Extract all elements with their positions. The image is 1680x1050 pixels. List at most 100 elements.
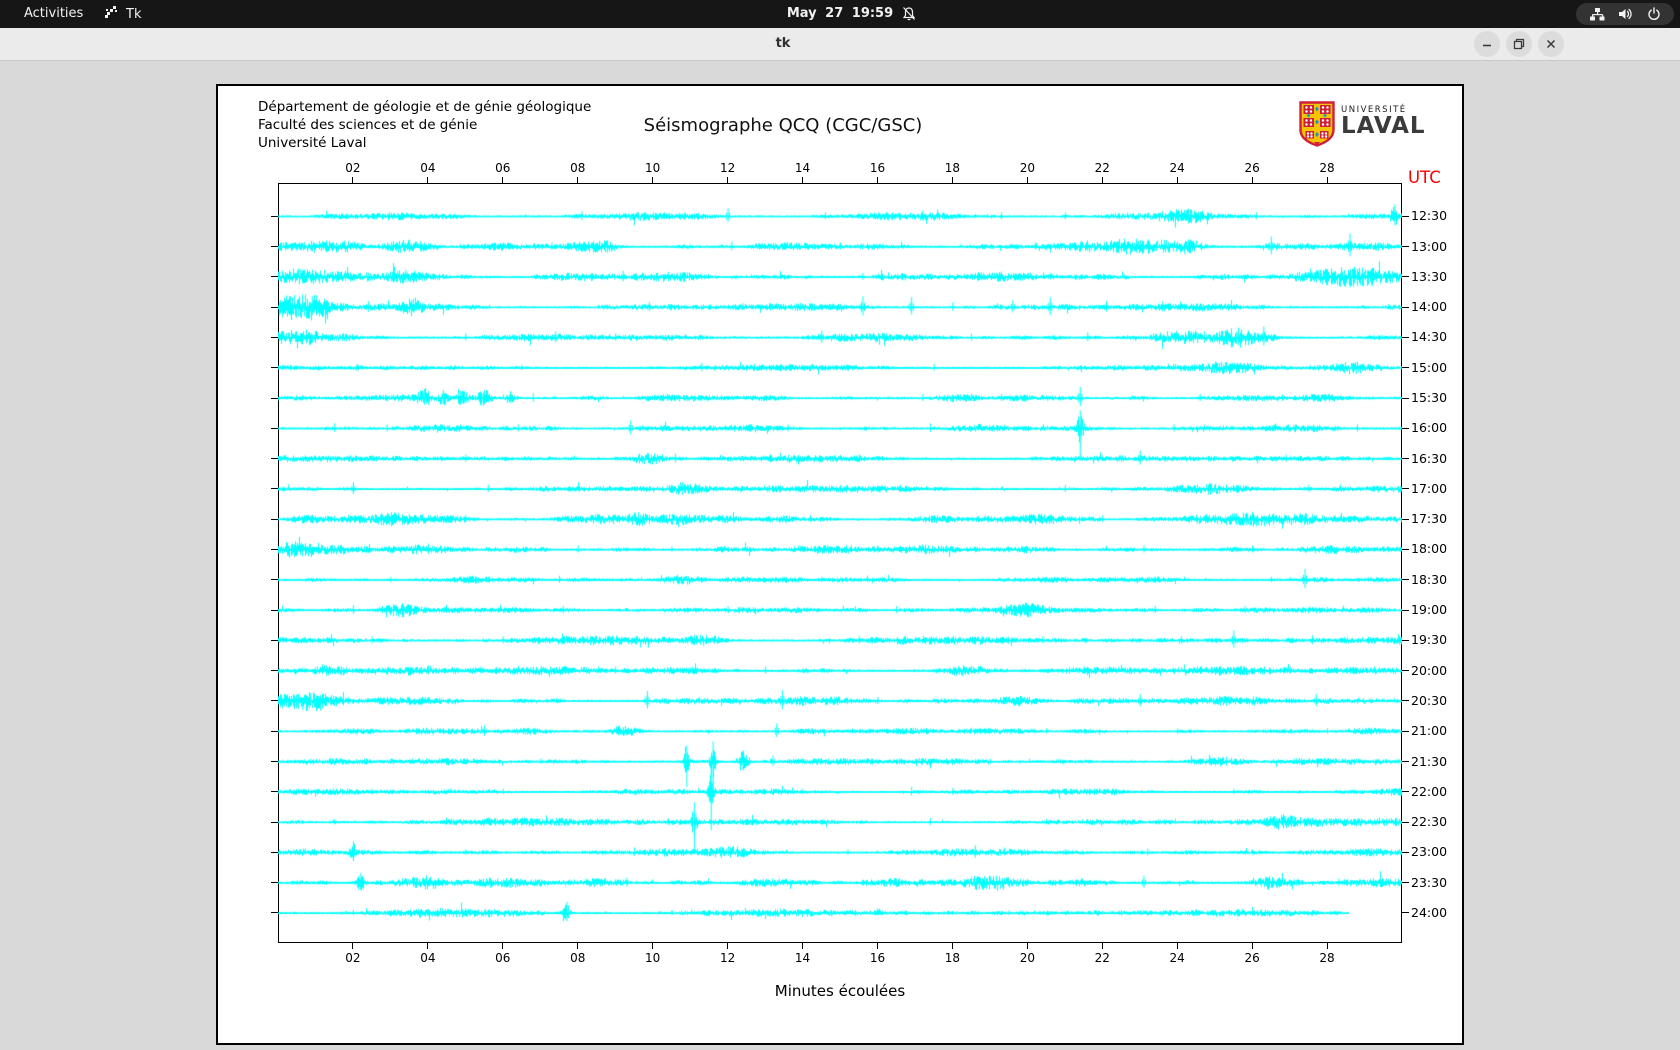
y-tick-left bbox=[271, 761, 278, 763]
minimize-button[interactable] bbox=[1474, 31, 1500, 57]
y-time-label: 16:30 bbox=[1411, 450, 1448, 466]
department-header: Département de géologie et de génie géol… bbox=[258, 98, 591, 152]
y-time-label: 15:30 bbox=[1411, 390, 1448, 406]
x-tick-bottom bbox=[1101, 943, 1103, 949]
x-tick-label-top: 02 bbox=[345, 161, 361, 175]
clock-label[interactable]: May 27 19:59 bbox=[787, 0, 893, 28]
y-tick-right bbox=[1402, 548, 1409, 550]
system-tray[interactable] bbox=[1576, 3, 1674, 25]
x-tick-top bbox=[876, 177, 878, 183]
x-tick-top bbox=[577, 177, 579, 183]
y-time-label: 22:30 bbox=[1411, 814, 1448, 830]
laval-shield-icon bbox=[1299, 101, 1335, 151]
x-tick-bottom bbox=[427, 943, 429, 949]
y-tick-left bbox=[271, 639, 278, 641]
close-button[interactable] bbox=[1538, 31, 1564, 57]
utc-label: UTC bbox=[1408, 168, 1441, 187]
x-tick-label-bottom: 24 bbox=[1169, 951, 1185, 965]
x-tick-bottom bbox=[951, 943, 953, 949]
y-time-label: 18:00 bbox=[1411, 541, 1448, 557]
plot-title: Séismographe QCQ (CGC/GSC) bbox=[643, 115, 923, 136]
logo-laval: LAVAL bbox=[1341, 113, 1426, 139]
x-tick-label-bottom: 10 bbox=[645, 951, 661, 965]
x-tick-label-top: 16 bbox=[869, 161, 886, 175]
y-tick-right bbox=[1402, 336, 1409, 338]
x-tick-label-bottom: 04 bbox=[420, 951, 436, 965]
y-tick-left bbox=[271, 246, 278, 248]
x-tick-top bbox=[727, 177, 729, 183]
x-tick-label-top: 20 bbox=[1019, 161, 1035, 175]
x-tick-label-bottom: 06 bbox=[495, 951, 511, 965]
y-tick-left bbox=[271, 912, 278, 914]
x-tick-label-bottom: 16 bbox=[869, 951, 886, 965]
y-tick-left bbox=[271, 306, 278, 308]
x-tick-label-top: 22 bbox=[1094, 161, 1110, 175]
y-time-label: 17:30 bbox=[1411, 511, 1448, 527]
y-tick-right bbox=[1402, 670, 1409, 672]
power-icon bbox=[1647, 7, 1661, 21]
maximize-button[interactable] bbox=[1506, 31, 1532, 57]
y-tick-right bbox=[1402, 882, 1409, 884]
window-title: tk bbox=[775, 36, 791, 51]
y-tick-right bbox=[1402, 276, 1409, 278]
x-tick-bottom bbox=[1251, 943, 1253, 949]
x-tick-label-top: 26 bbox=[1244, 161, 1260, 175]
y-time-label: 12:30 bbox=[1411, 208, 1448, 224]
y-tick-right bbox=[1402, 912, 1409, 914]
y-tick-right bbox=[1402, 761, 1409, 763]
app-menu[interactable]: Tk bbox=[104, 0, 141, 28]
x-tick-label-top: 14 bbox=[794, 161, 811, 175]
x-tick-top bbox=[1026, 177, 1028, 183]
y-tick-right bbox=[1402, 639, 1409, 641]
x-tick-bottom bbox=[1026, 943, 1028, 949]
header-line-2: Faculté des sciences et de génie bbox=[258, 117, 478, 133]
y-time-label: 21:00 bbox=[1411, 723, 1448, 739]
y-time-label: 20:00 bbox=[1411, 662, 1448, 678]
y-tick-left bbox=[271, 215, 278, 217]
x-tick-label-top: 24 bbox=[1169, 161, 1185, 175]
y-tick-right bbox=[1402, 851, 1409, 853]
laval-logo-text: UNIVERSITÉ LAVAL bbox=[1341, 101, 1426, 139]
header-line-3: Université Laval bbox=[258, 135, 367, 151]
y-tick-right bbox=[1402, 306, 1409, 308]
y-tick-left bbox=[271, 488, 278, 490]
y-time-label: 24:00 bbox=[1411, 904, 1448, 920]
x-tick-top bbox=[1176, 177, 1178, 183]
y-tick-left bbox=[271, 427, 278, 429]
x-tick-label-bottom: 26 bbox=[1244, 951, 1260, 965]
y-time-label: 23:30 bbox=[1411, 874, 1448, 890]
y-tick-right bbox=[1402, 518, 1409, 520]
x-tick-top bbox=[502, 177, 504, 183]
x-tick-top bbox=[802, 177, 804, 183]
x-tick-label-bottom: 22 bbox=[1094, 951, 1110, 965]
activities-button[interactable]: Activities bbox=[20, 0, 87, 28]
x-tick-bottom bbox=[1326, 943, 1328, 949]
y-tick-left bbox=[271, 276, 278, 278]
y-time-label: 20:30 bbox=[1411, 692, 1448, 708]
x-tick-label-top: 18 bbox=[944, 161, 961, 175]
y-tick-left bbox=[271, 609, 278, 611]
y-time-label: 16:00 bbox=[1411, 420, 1448, 436]
x-tick-bottom bbox=[352, 943, 354, 949]
y-tick-right bbox=[1402, 367, 1409, 369]
y-tick-left bbox=[271, 730, 278, 732]
x-tick-label-bottom: 14 bbox=[794, 951, 811, 965]
y-tick-right bbox=[1402, 579, 1409, 581]
x-axis-title: Minutes écoulées bbox=[774, 982, 906, 1000]
y-tick-right bbox=[1402, 821, 1409, 823]
x-tick-bottom bbox=[502, 943, 504, 949]
seismograph-canvas: Département de géologie et de génie géol… bbox=[216, 84, 1464, 1045]
gnome-top-bar: Activities Tk May 27 19:59 bbox=[0, 0, 1680, 28]
y-tick-left bbox=[271, 791, 278, 793]
x-tick-label-top: 12 bbox=[719, 161, 736, 175]
y-tick-right bbox=[1402, 246, 1409, 248]
y-time-label: 21:30 bbox=[1411, 753, 1448, 769]
x-tick-label-top: 08 bbox=[570, 161, 586, 175]
x-tick-label-top: 06 bbox=[495, 161, 511, 175]
y-time-label: 19:30 bbox=[1411, 632, 1448, 648]
x-tick-top bbox=[951, 177, 953, 183]
y-tick-left bbox=[271, 336, 278, 338]
y-tick-right bbox=[1402, 730, 1409, 732]
y-tick-left bbox=[271, 821, 278, 823]
x-tick-bottom bbox=[802, 943, 804, 949]
